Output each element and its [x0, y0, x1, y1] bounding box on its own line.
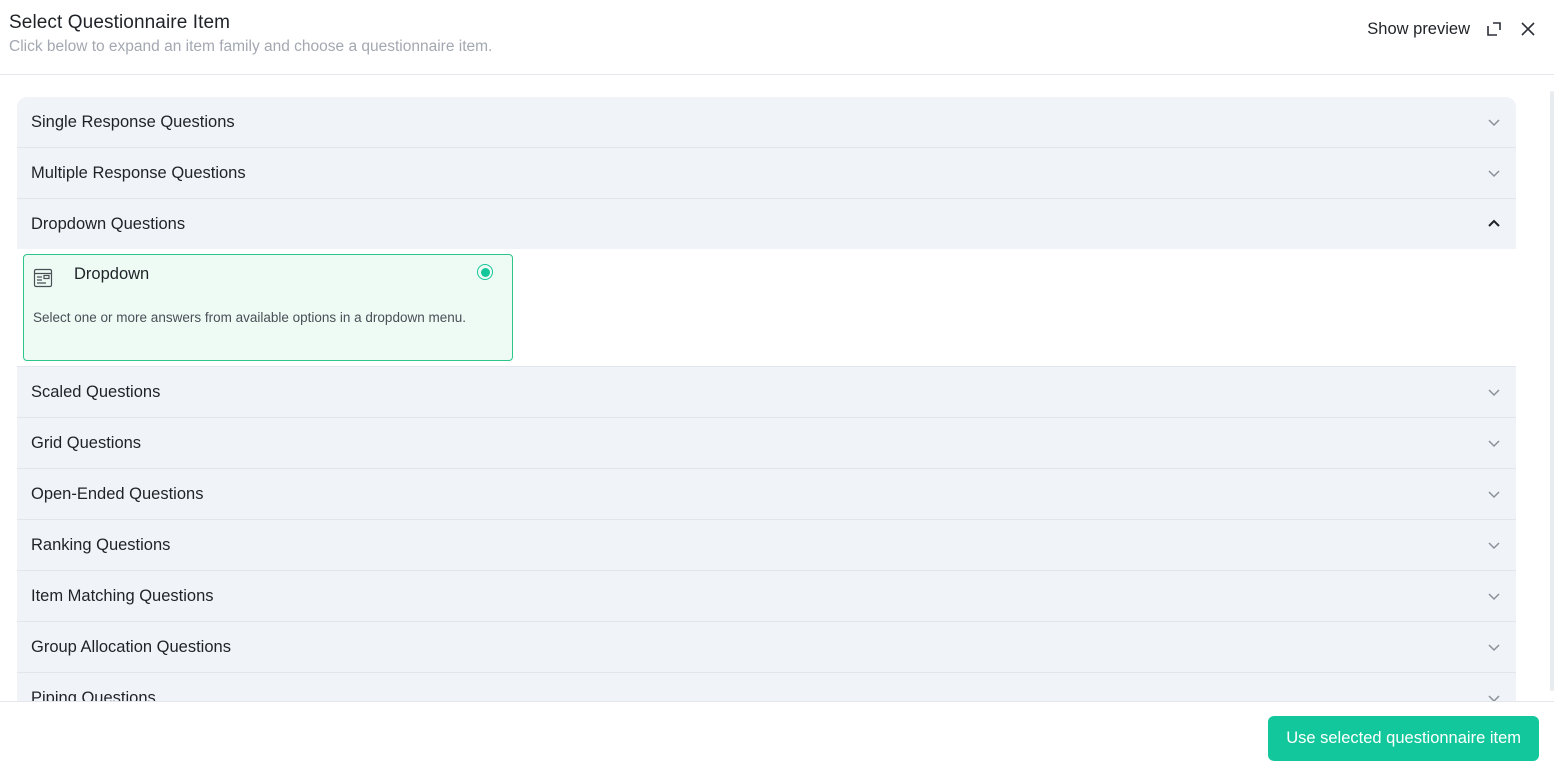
item-card-dropdown[interactable]: Dropdown Select one or more answers from… — [23, 254, 513, 361]
family-dropdown-items: Dropdown Select one or more answers from… — [17, 249, 1516, 366]
header-actions: Show preview — [1367, 16, 1538, 42]
family-header[interactable]: Piping Questions — [17, 673, 1516, 701]
chevron-down-icon — [1488, 491, 1500, 499]
close-icon[interactable] — [1518, 19, 1538, 39]
family-header[interactable]: Scaled Questions — [17, 367, 1516, 417]
family-label: Single Response Questions — [31, 112, 235, 131]
family-header[interactable]: Ranking Questions — [17, 520, 1516, 570]
family-header[interactable]: Multiple Response Questions — [17, 148, 1516, 198]
chevron-down-icon — [1488, 440, 1500, 448]
chevron-down-icon — [1488, 389, 1500, 397]
chevron-down-icon — [1488, 542, 1500, 550]
family-item-matching: Item Matching Questions — [17, 571, 1516, 622]
chevron-up-icon — [1488, 219, 1500, 227]
chevron-down-icon — [1488, 695, 1500, 701]
scrollbar[interactable] — [1550, 91, 1554, 691]
chevron-down-icon — [1488, 593, 1500, 601]
family-group-allocation: Group Allocation Questions — [17, 622, 1516, 673]
family-label: Open-Ended Questions — [31, 484, 204, 503]
family-header[interactable]: Item Matching Questions — [17, 571, 1516, 621]
family-label: Dropdown Questions — [31, 214, 186, 233]
family-header[interactable]: Grid Questions — [17, 418, 1516, 468]
family-header[interactable]: Open-Ended Questions — [17, 469, 1516, 519]
family-header[interactable]: Dropdown Questions — [17, 199, 1516, 249]
family-ranking: Ranking Questions — [17, 520, 1516, 571]
expand-icon[interactable] — [1484, 19, 1504, 39]
show-preview-button[interactable]: Show preview — [1367, 20, 1470, 39]
radio-selected-dot — [480, 267, 490, 277]
dropdown-form-icon — [33, 268, 53, 288]
family-label: Group Allocation Questions — [31, 637, 231, 656]
page-title: Select Questionnaire Item — [9, 12, 231, 33]
item-description: Select one or more answers from availabl… — [33, 310, 466, 325]
chevron-down-icon — [1488, 119, 1500, 127]
dialog-header: Select Questionnaire Item Click below to… — [0, 0, 1554, 75]
family-list-scroll-area[interactable]: Single Response Questions Multiple Respo… — [0, 75, 1554, 701]
family-label: Item Matching Questions — [31, 586, 214, 605]
item-family-accordion: Single Response Questions Multiple Respo… — [17, 97, 1516, 701]
item-name: Dropdown — [74, 265, 150, 283]
family-scaled: Scaled Questions — [17, 367, 1516, 418]
family-single-response: Single Response Questions — [17, 97, 1516, 148]
family-piping: Piping Questions — [17, 673, 1516, 701]
chevron-down-icon — [1488, 170, 1500, 178]
chevron-down-icon — [1488, 644, 1500, 652]
family-multiple-response: Multiple Response Questions — [17, 148, 1516, 199]
family-label: Multiple Response Questions — [31, 163, 246, 182]
family-label: Scaled Questions — [31, 382, 161, 401]
family-label: Piping Questions — [31, 688, 156, 702]
family-header[interactable]: Group Allocation Questions — [17, 622, 1516, 672]
item-select-radio[interactable] — [477, 264, 493, 280]
family-open-ended: Open-Ended Questions — [17, 469, 1516, 520]
dialog-footer: Use selected questionnaire item — [0, 701, 1554, 765]
use-selected-item-button[interactable]: Use selected questionnaire item — [1268, 716, 1539, 761]
family-dropdown: Dropdown Questions Dropdown Select one o… — [17, 199, 1516, 367]
page-subtitle: Click below to expand an item family and… — [9, 38, 493, 55]
family-grid: Grid Questions — [17, 418, 1516, 469]
family-label: Ranking Questions — [31, 535, 171, 554]
family-header[interactable]: Single Response Questions — [17, 97, 1516, 147]
family-label: Grid Questions — [31, 433, 142, 452]
